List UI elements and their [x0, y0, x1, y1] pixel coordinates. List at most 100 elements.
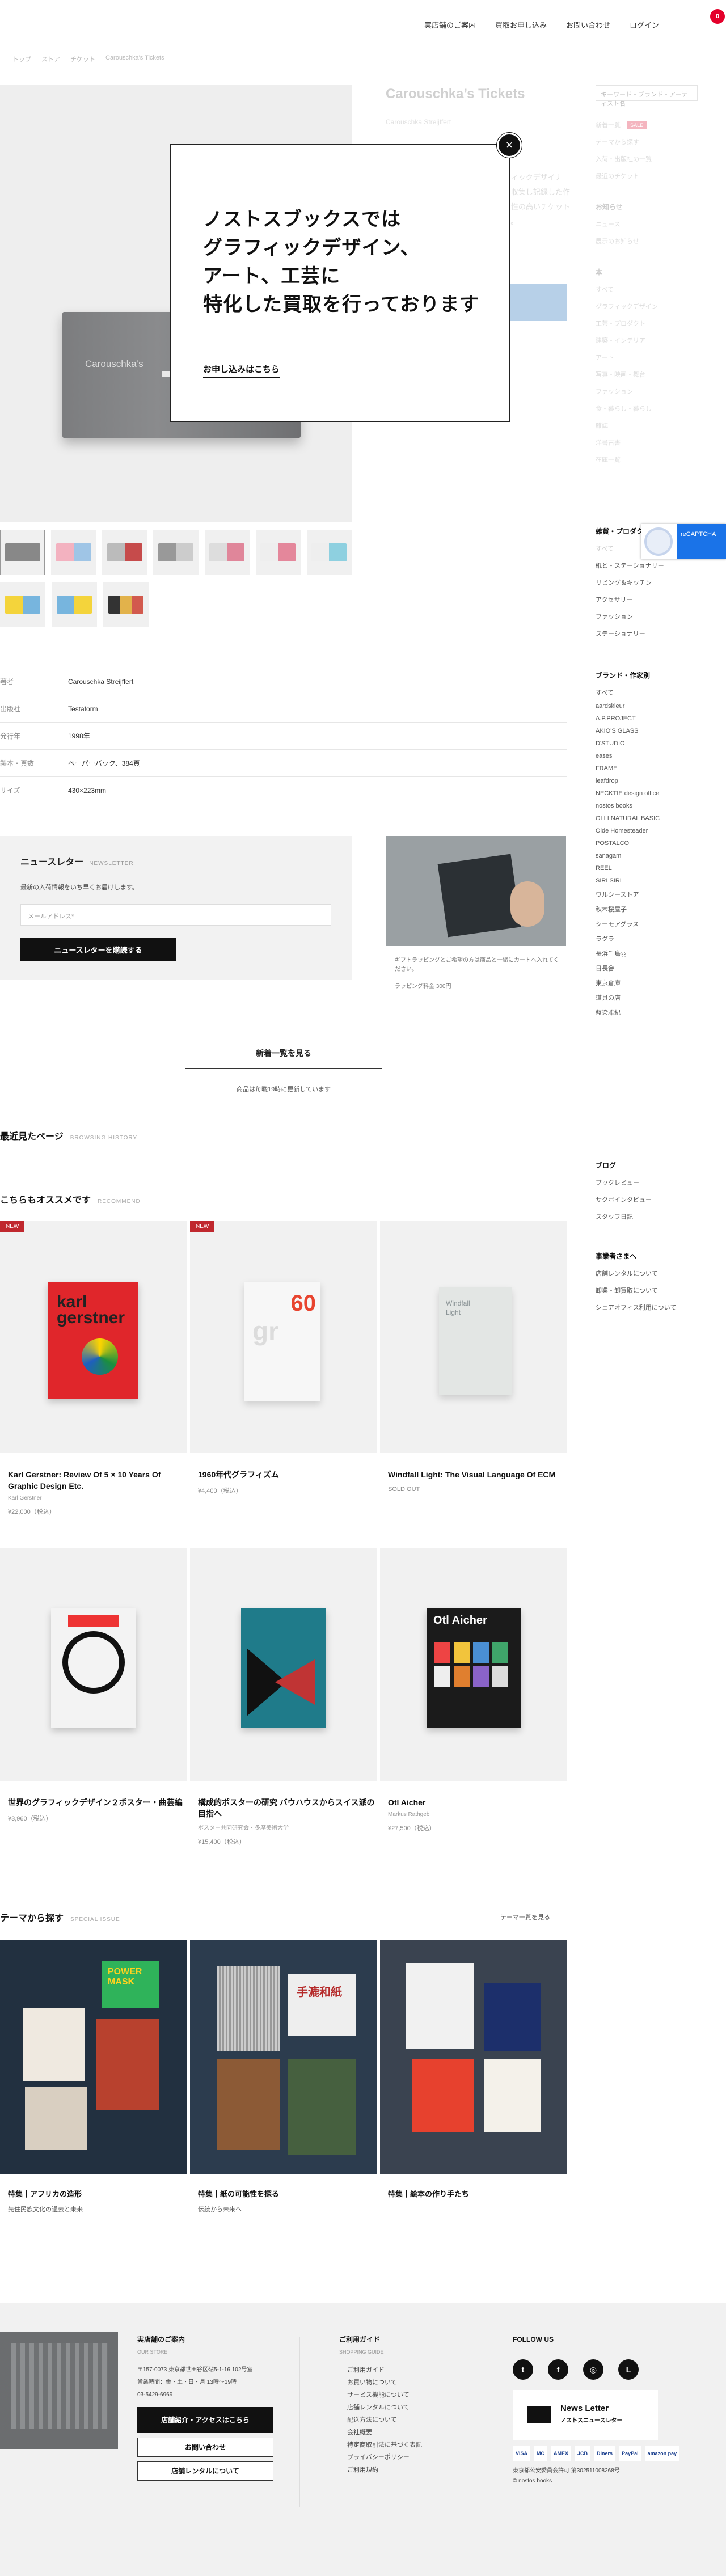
thumbnail[interactable] [153, 530, 199, 575]
sidebar-item[interactable]: ニュース [596, 219, 698, 229]
guide-link[interactable]: 特定商取引法に基づく表記 [347, 2439, 453, 2451]
sidebar-brand-item[interactable]: OLLI NATURAL BASIC [596, 815, 698, 822]
sidebar-item[interactable]: 建築・インテリア [596, 336, 698, 345]
rental-button[interactable]: 店舗レンタルについて [137, 2461, 273, 2481]
breadcrumb-item[interactable]: トップ [12, 54, 31, 64]
sidebar-item[interactable]: すべて [596, 285, 698, 294]
sidebar-item[interactable]: 紙と・ステーショナリー [596, 561, 698, 570]
thumbnail[interactable] [255, 530, 301, 575]
nav-login[interactable]: ログイン [630, 19, 659, 30]
instagram-icon[interactable]: ◎ [583, 2359, 603, 2380]
product-card[interactable]: 世界のグラフィックデザイン２ポスター・曲芸編 ¥3,960（税込） [0, 1548, 187, 1823]
thumbnail[interactable] [102, 530, 147, 575]
sidebar-item[interactable]: 雑誌 [596, 421, 698, 430]
sidebar-item[interactable]: テーマから探す [596, 137, 698, 146]
modal-apply-link[interactable]: お申し込みはこちら [203, 363, 280, 378]
sidebar-item[interactable]: ステーショナリー [596, 629, 698, 638]
sidebar-item[interactable]: 新着一覧 SALE [596, 120, 698, 129]
sidebar-brand-item[interactable]: 道具の店 [596, 993, 698, 1002]
sidebar-brand-item[interactable]: 藍染雅紀 [596, 1008, 698, 1017]
sidebar-item[interactable]: 店舗レンタルについて [596, 1269, 698, 1278]
product-card[interactable]: 構成的ポスターの研究 バウハウスからスイス派の目指へ ポスター共同研究会・多摩美… [190, 1548, 377, 1846]
sidebar-item[interactable]: スタッフ日記 [596, 1212, 698, 1221]
sidebar-item[interactable]: 展示のお知らせ [596, 237, 698, 246]
thumbnail[interactable] [0, 530, 45, 575]
sidebar-item[interactable]: リビング＆キッチン [596, 578, 698, 587]
sidebar-brand-item[interactable]: AKIO'S GLASS [596, 728, 698, 734]
sidebar-item[interactable]: 入荷・出版社の一覧 [596, 154, 698, 163]
sidebar-brand-item[interactable]: 日長舎 [596, 964, 698, 973]
sidebar-brand-item[interactable]: シーモアグラス [596, 919, 698, 928]
sidebar-item[interactable]: 工芸・プロダクト [596, 319, 698, 328]
sidebar-brand-item[interactable]: すべて [596, 688, 698, 697]
store-access-button[interactable]: 店舗紹介・アクセスはこちら [137, 2407, 273, 2433]
sidebar-item[interactable]: シェアオフィス利用について [596, 1303, 698, 1312]
sidebar-brand-item[interactable]: FRAME [596, 765, 698, 772]
sidebar-brand-item[interactable]: NECKTIE design office [596, 790, 698, 797]
theme-card[interactable]: 手漉和紙 特集｜紙の可能性を探る 伝統から未来へ [190, 1940, 377, 2214]
breadcrumb-item[interactable]: ストア [41, 54, 60, 64]
sidebar-brand-item[interactable]: REEL [596, 865, 698, 872]
guide-link[interactable]: サービス機能について [347, 2389, 453, 2401]
cart-badge[interactable]: 0 [710, 9, 725, 24]
themes-more-link[interactable]: テーマ一覧を見る [500, 1912, 550, 1922]
theme-card[interactable]: POWER MASK 特集｜アフリカの造形 先住民族文化の過去と未来 [0, 1940, 187, 2214]
thumbnail[interactable] [204, 530, 250, 575]
thumbnail[interactable] [51, 530, 96, 575]
sidebar-brand-item[interactable]: Olde Homesteader [596, 827, 698, 834]
guide-link[interactable]: 会社概要 [347, 2426, 453, 2439]
guide-link[interactable]: プライバシーポリシー [347, 2451, 453, 2464]
sidebar-brand-item[interactable]: nostos books [596, 803, 698, 809]
product-card[interactable]: karl gerstner NEW Karl Gerstner: Review O… [0, 1221, 187, 1516]
product-card[interactable]: 60 gr NEW 1960年代グラフィズム ¥4,400（税込） [190, 1221, 377, 1495]
thumbnail[interactable] [306, 530, 352, 575]
product-card[interactable]: Otl Aicher Otl Aicher Markus Rathgeb ¥27… [380, 1548, 567, 1832]
twitter-icon[interactable]: t [513, 2359, 533, 2380]
sidebar-brand-item[interactable]: 東京倉庫 [596, 978, 698, 987]
footer-newsletter-box[interactable]: News Letter ノストスニュースレター [513, 2390, 658, 2440]
sidebar-brand-item[interactable]: eases [596, 753, 698, 759]
sidebar-item[interactable]: 卸業・卸買取について [596, 1286, 698, 1295]
sidebar-item[interactable]: 最近のチケット [596, 171, 698, 180]
sidebar-item[interactable]: 在庫一覧 [596, 455, 698, 464]
sidebar-item[interactable]: 食・暮らし・暮らし [596, 404, 698, 413]
thumbnail[interactable] [103, 582, 149, 627]
sidebar-brand-item[interactable]: 長浜千鳥羽 [596, 949, 698, 958]
view-all-new-button[interactable]: 新着一覧を見る [185, 1038, 382, 1069]
thumbnail[interactable] [0, 582, 45, 627]
sidebar-item[interactable]: ブックレビュー [596, 1178, 698, 1187]
sidebar-brand-item[interactable]: ラグラ [596, 934, 698, 943]
contact-button[interactable]: お問い合わせ [137, 2438, 273, 2457]
sidebar-brand-item[interactable]: D'STUDIO [596, 740, 698, 747]
sidebar-item[interactable]: ファッション [596, 612, 698, 621]
guide-link[interactable]: お買い物について [347, 2376, 453, 2389]
line-icon[interactable]: L [618, 2359, 639, 2380]
sidebar-brand-item[interactable]: A.P.PROJECT [596, 715, 698, 722]
sidebar-item[interactable]: アート [596, 353, 698, 362]
guide-link[interactable]: ご利用ガイド [347, 2364, 453, 2376]
sidebar-brand-item[interactable]: POSTALCO [596, 840, 698, 847]
guide-link[interactable]: 店舗レンタルについて [347, 2401, 453, 2414]
sidebar-brand-item[interactable]: 秋木桜屋子 [596, 905, 698, 914]
guide-link[interactable]: ご利用規約 [347, 2464, 453, 2476]
close-icon[interactable]: × [496, 132, 522, 158]
sidebar-item[interactable]: 洋書古書 [596, 438, 698, 447]
nav-buyback[interactable]: 買取お申し込み [495, 19, 547, 30]
sidebar-item[interactable]: グラフィックデザイン [596, 302, 698, 311]
sidebar-brand-item[interactable]: sanagam [596, 852, 698, 859]
thumbnail[interactable] [52, 582, 97, 627]
sidebar-brand-item[interactable]: aardskleur [596, 703, 698, 710]
facebook-icon[interactable]: f [548, 2359, 568, 2380]
theme-card[interactable]: 特集｜絵本の作り手たち [380, 1940, 567, 2199]
sidebar-item[interactable]: アクセサリー [596, 595, 698, 604]
sidebar-brand-item[interactable]: leafdrop [596, 778, 698, 784]
guide-link[interactable]: 配送方法について [347, 2414, 453, 2426]
nav-store[interactable]: 実店舗のご案内 [424, 19, 476, 30]
recaptcha-badge[interactable]: reCAPTCHA [641, 524, 726, 559]
sidebar-item[interactable]: サクボインタビュー [596, 1195, 698, 1204]
newsletter-email-input[interactable]: メールアドレス* [20, 904, 331, 926]
sidebar-brand-item[interactable]: SIRI SIRI [596, 877, 698, 884]
nav-contact[interactable]: お問い合わせ [566, 19, 610, 30]
sidebar-search-input[interactable]: キーワード・ブランド・アーティスト名 [596, 85, 698, 107]
product-card[interactable]: Windfall Light Windfall Light: The Visual… [380, 1221, 567, 1493]
